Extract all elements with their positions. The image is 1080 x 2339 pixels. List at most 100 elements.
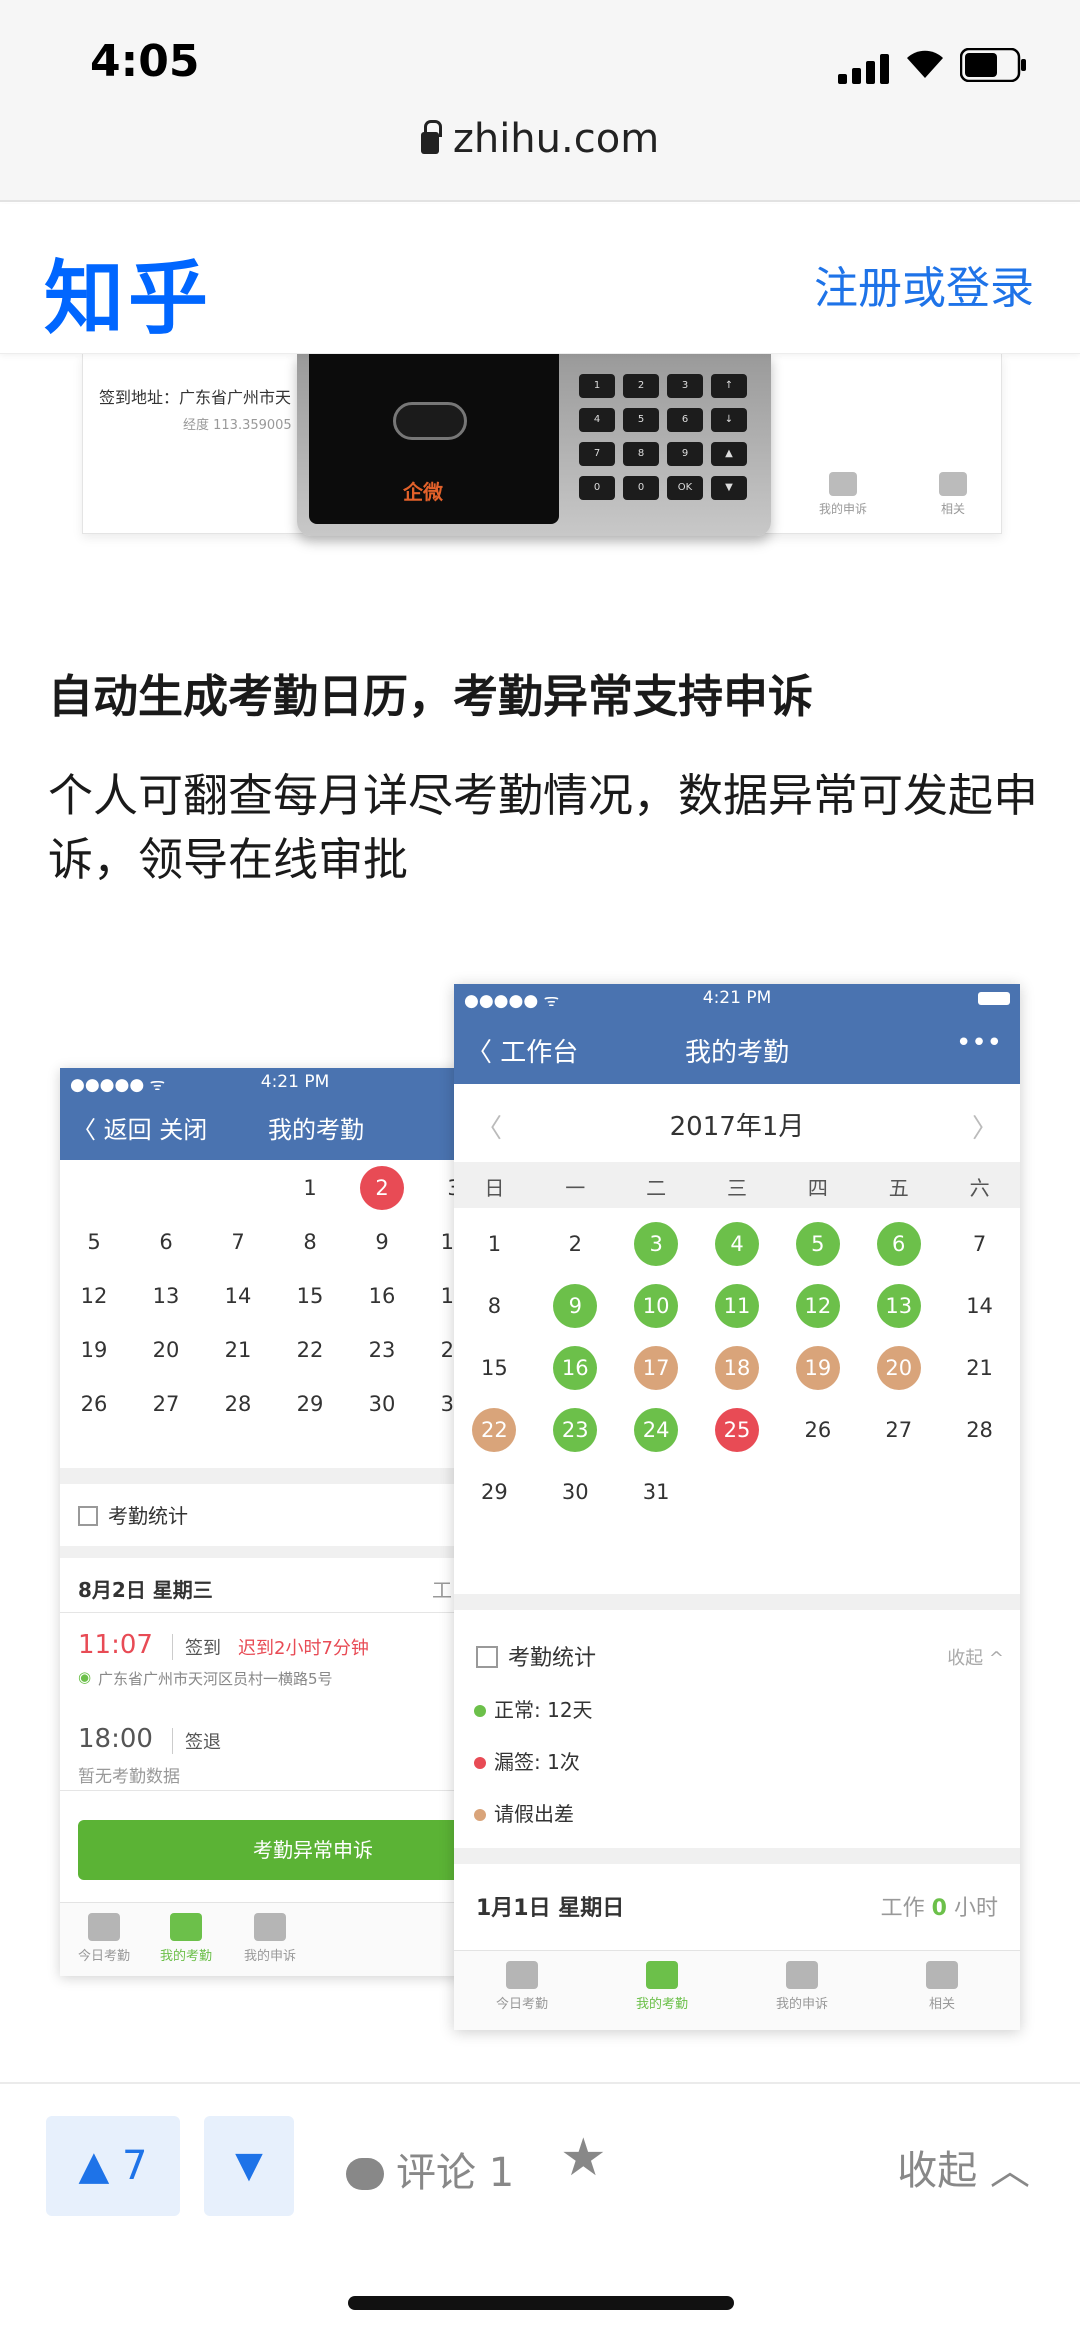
address-bar[interactable]: zhihu.com xyxy=(0,106,1080,202)
keypad-key: OK xyxy=(667,476,703,500)
calendar-day[interactable]: 7 xyxy=(958,1222,1002,1266)
keypad-key: 2 xyxy=(623,374,659,398)
signal-bar xyxy=(852,68,861,84)
checkout-note: 暂无考勤数据 xyxy=(78,1767,180,1787)
tab-my-appeal[interactable]: 我的申诉 xyxy=(220,1913,320,1964)
weekday-label: 六 xyxy=(969,1176,990,1200)
lock-icon xyxy=(420,120,442,154)
calendar-day[interactable]: 19 xyxy=(72,1328,116,1372)
login-link[interactable]: 注册或登录 xyxy=(814,252,1034,316)
calendar-day[interactable]: 21 xyxy=(216,1328,260,1372)
appeal-icon xyxy=(829,472,857,496)
calendar-day[interactable]: 22 xyxy=(288,1328,332,1372)
downvote-button[interactable]: ▼ xyxy=(204,2116,294,2216)
right-navbar: ●●●●● ᯤ 4:21 PM 〈 工作台 我的考勤 ••• xyxy=(454,984,1020,1084)
calendar-day[interactable]: 9 xyxy=(553,1284,598,1328)
calendar-day[interactable]: 14 xyxy=(216,1274,260,1318)
calendar-day[interactable]: 20 xyxy=(876,1346,921,1390)
calendar-day[interactable]: 27 xyxy=(877,1408,921,1452)
calendar-day[interactable]: 22 xyxy=(472,1408,517,1452)
calendar-day[interactable]: 13 xyxy=(876,1284,921,1328)
right-phone-screenshot: ●●●●● ᯤ 4:21 PM 〈 工作台 我的考勤 ••• 〈 2017年1月… xyxy=(454,984,1020,2030)
upvote-icon: ▲ xyxy=(78,2143,110,2189)
next-month-icon: 〉 xyxy=(971,1114,998,1144)
right-status-time: 4:21 PM xyxy=(702,988,772,1008)
calendar-day[interactable]: 13 xyxy=(144,1274,188,1318)
collapse-button[interactable]: 收起 ︿ xyxy=(897,2138,1030,2196)
tab-my-attendance[interactable]: 我的考勤 xyxy=(612,1961,712,2012)
calendar-day[interactable]: 29 xyxy=(472,1470,516,1514)
calendar-day[interactable]: 7 xyxy=(216,1220,260,1264)
tan-dot xyxy=(474,1809,486,1821)
calendar-day[interactable]: 31 xyxy=(634,1470,678,1514)
calendar-day[interactable]: 14 xyxy=(958,1284,1002,1328)
calendar-day[interactable]: 28 xyxy=(216,1382,260,1426)
tab-label: 我的申诉 xyxy=(775,1997,828,2012)
checkout-label: 签退 xyxy=(172,1728,221,1754)
calendar-day[interactable]: 10 xyxy=(634,1284,679,1328)
month-label: 2017年1月 xyxy=(669,1112,805,1142)
weekday-label: 二 xyxy=(646,1176,667,1200)
upvote-button[interactable]: ▲ 7 xyxy=(46,2116,180,2216)
figure1-tabbar: 我的申诉 相关 xyxy=(773,472,1003,532)
calendar-day[interactable]: 17 xyxy=(634,1346,679,1390)
work-suffix: 小时 xyxy=(953,1896,998,1921)
tab-today-attendance[interactable]: 今日考勤 xyxy=(472,1961,572,2012)
calendar-day[interactable]: 12 xyxy=(72,1274,116,1318)
keypad-key: 0 xyxy=(579,476,615,500)
comment-button[interactable]: 评论 1 xyxy=(346,2140,514,2198)
calendar-day[interactable]: 6 xyxy=(876,1222,921,1266)
figure1-tab-label: 相关 xyxy=(940,502,965,516)
calendar-day[interactable]: 5 xyxy=(795,1222,840,1266)
keypad-key: 0 xyxy=(623,476,659,500)
calendar-day[interactable]: 30 xyxy=(553,1470,597,1514)
calendar-day[interactable]: 11 xyxy=(715,1284,759,1328)
signal-bar xyxy=(880,54,889,84)
calendar-day[interactable]: 26 xyxy=(72,1382,116,1426)
calendar-day[interactable]: 1 xyxy=(472,1222,516,1266)
right-stats-title: 考勤统计 xyxy=(508,1646,597,1671)
calendar-day[interactable]: 23 xyxy=(553,1408,598,1452)
tab-related[interactable]: 相关 xyxy=(892,1961,992,2012)
calendar-day[interactable]: 21 xyxy=(958,1346,1002,1390)
calendar-day[interactable]: 1 xyxy=(288,1166,332,1210)
calendar-day[interactable]: 27 xyxy=(144,1382,188,1426)
calendar-day[interactable]: 20 xyxy=(144,1328,188,1372)
weekday-header: 日一二三四五六 xyxy=(454,1162,1020,1208)
appeal-icon xyxy=(254,1913,286,1941)
weekday-label: 日 xyxy=(484,1176,505,1200)
red-dot xyxy=(474,1757,486,1769)
calendar-day[interactable]: 3 xyxy=(634,1222,679,1266)
left-nav-title: 我的考勤 xyxy=(268,1116,364,1144)
calendar-day[interactable]: 8 xyxy=(472,1284,516,1328)
calendar-day[interactable]: 25 xyxy=(715,1408,759,1452)
calendar-day[interactable]: 29 xyxy=(288,1382,332,1426)
calendar-day[interactable]: 2 xyxy=(360,1166,404,1210)
calendar-day[interactable]: 18 xyxy=(715,1346,759,1390)
calendar-day[interactable]: 15 xyxy=(288,1274,332,1318)
keypad-key: 3 xyxy=(667,374,703,398)
month-header: 〈 2017年1月 〉 xyxy=(454,1084,1020,1164)
article-heading: 自动生成考勤日历，考勤异常支持申诉 xyxy=(48,670,814,723)
favorite-star-icon[interactable]: ★ xyxy=(560,2128,607,2188)
calendar-day[interactable]: 15 xyxy=(472,1346,516,1390)
calendar-day[interactable]: 16 xyxy=(553,1346,598,1390)
calendar-day[interactable]: 2 xyxy=(553,1222,597,1266)
calendar-day[interactable]: 16 xyxy=(360,1274,404,1318)
calendar-day[interactable]: 12 xyxy=(795,1284,840,1328)
calendar-day[interactable]: 30 xyxy=(360,1382,404,1426)
tab-my-appeal[interactable]: 我的申诉 xyxy=(752,1961,852,2012)
calendar-day[interactable]: 23 xyxy=(360,1328,404,1372)
stat-missed-text: 漏签: 1次 xyxy=(494,1750,580,1774)
calendar-day[interactable]: 19 xyxy=(795,1346,840,1390)
zhihu-logo[interactable]: 知乎 xyxy=(44,234,212,350)
status-icons xyxy=(838,48,1028,84)
calendar-day[interactable]: 24 xyxy=(634,1408,679,1452)
calendar-day[interactable]: 9 xyxy=(360,1220,404,1264)
calendar-day[interactable]: 5 xyxy=(72,1220,116,1264)
calendar-day[interactable]: 8 xyxy=(288,1220,332,1264)
calendar-day[interactable]: 6 xyxy=(144,1220,188,1264)
calendar-day[interactable]: 26 xyxy=(796,1408,840,1452)
calendar-day[interactable]: 4 xyxy=(715,1222,759,1266)
calendar-day[interactable]: 28 xyxy=(958,1408,1002,1452)
